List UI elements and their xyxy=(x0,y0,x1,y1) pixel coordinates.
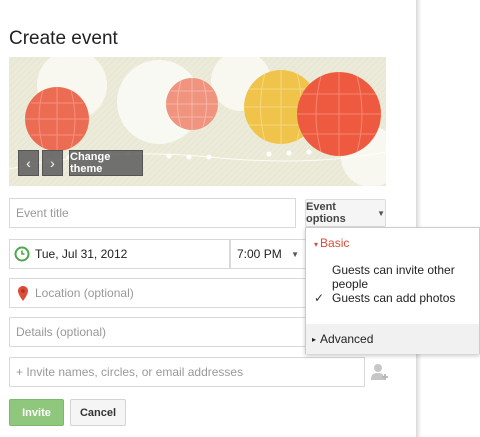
details-field[interactable]: Details (optional) xyxy=(9,317,307,347)
lantern-illustration xyxy=(9,57,386,186)
invite-guests-field[interactable]: + Invite names, circles, or email addres… xyxy=(9,357,365,387)
location-pin-icon xyxy=(18,285,28,301)
change-theme-button[interactable]: Change theme xyxy=(69,150,143,176)
invite-button[interactable]: Invite xyxy=(9,399,64,426)
time-dropdown-caret-icon: ▼ xyxy=(291,249,299,259)
event-options-button[interactable]: Event options ▼ xyxy=(305,199,386,227)
next-theme-button[interactable]: › xyxy=(42,150,63,176)
menu-item-guests-invite[interactable]: Guests can invite other people xyxy=(332,263,479,291)
calendar-background xyxy=(422,0,480,437)
event-title-field[interactable]: Event title xyxy=(9,198,296,228)
chevron-left-icon: ‹ xyxy=(26,155,31,171)
page-title: Create event xyxy=(9,28,118,49)
menu-item-guests-photos[interactable]: Guests can add photos xyxy=(332,291,455,305)
details-placeholder: Details (optional) xyxy=(16,325,107,339)
time-field[interactable]: 7:00 PM ▼ xyxy=(230,239,306,269)
chevron-right-icon: › xyxy=(50,155,55,171)
time-value: 7:00 PM xyxy=(237,247,282,261)
date-field[interactable]: Tue, Jul 31, 2012 xyxy=(9,239,230,269)
event-options-label: Event options xyxy=(306,201,346,225)
menu-advanced-label: Advanced xyxy=(320,332,374,346)
basic-expanded-arrow-icon: ▾ xyxy=(314,240,319,249)
location-placeholder: Location (optional) xyxy=(35,286,134,300)
theme-banner: ‹ › Change theme xyxy=(9,57,386,186)
menu-basic-section[interactable]: ▾ Basic xyxy=(314,236,349,250)
date-value: Tue, Jul 31, 2012 xyxy=(35,247,128,261)
menu-advanced-section[interactable]: ▸ Advanced xyxy=(306,324,479,354)
advanced-collapsed-arrow-icon: ▸ xyxy=(312,334,317,344)
event-title-placeholder: Event title xyxy=(16,206,69,220)
clock-icon xyxy=(14,246,30,262)
create-event-panel: Create event ‹ › Change theme Event titl… xyxy=(0,0,416,437)
checkmark-icon: ✓ xyxy=(314,291,325,305)
menu-basic-label: Basic xyxy=(320,236,350,250)
cancel-button[interactable]: Cancel xyxy=(70,399,126,426)
invite-placeholder: + Invite names, circles, or email addres… xyxy=(16,365,244,379)
dropdown-caret-icon: ▼ xyxy=(377,208,385,218)
event-options-menu: ▾ Basic Guests can invite other people ✓ … xyxy=(305,227,480,354)
add-person-icon[interactable] xyxy=(371,362,389,387)
previous-theme-button[interactable]: ‹ xyxy=(18,150,39,176)
location-field[interactable]: Location (optional) xyxy=(9,278,307,308)
